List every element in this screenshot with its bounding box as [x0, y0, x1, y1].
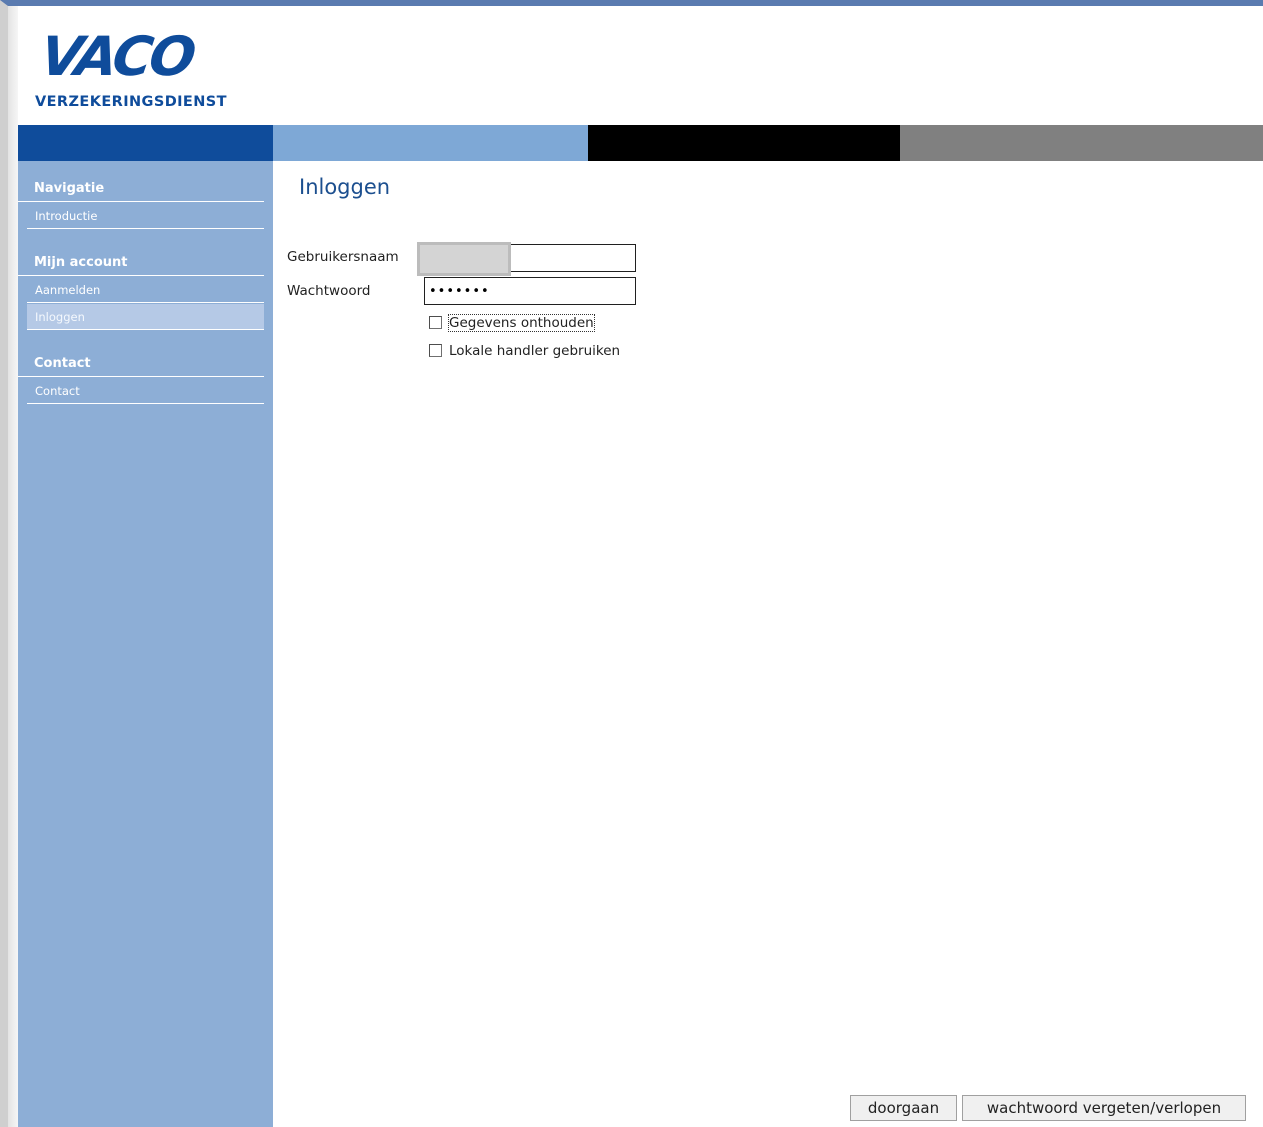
sidebar-item-contact[interactable]: Contact [27, 378, 264, 404]
header-band-light-blue [273, 125, 588, 161]
nav-group-contact: Contact Contact [18, 351, 273, 404]
continue-button[interactable]: doorgaan [850, 1095, 957, 1121]
header-band-gray [900, 125, 1263, 161]
nav-heading-mijn-account: Mijn account [18, 250, 264, 276]
page-title: Inloggen [299, 175, 391, 199]
handler-checkbox[interactable] [429, 344, 442, 357]
nav-heading-navigatie: Navigatie [18, 176, 264, 202]
vaco-logo: VACO VERZEKERINGSDIENST [35, 25, 265, 120]
header-band-black [588, 125, 900, 161]
nav-group-mijn-account: Mijn account Aanmelden Inloggen [18, 250, 273, 330]
username-redaction [417, 242, 511, 276]
remember-label[interactable]: Gegevens onthouden [448, 314, 595, 332]
sidebar-item-introductie[interactable]: Introductie [27, 203, 264, 229]
sidebar-item-aanmelden[interactable]: Aanmelden [27, 277, 264, 303]
nav-group-navigatie: Navigatie Introductie [18, 176, 273, 229]
login-page: VACO VERZEKERINGSDIENST Navigatie Introd… [0, 0, 1263, 1127]
window-edge [8, 6, 18, 1127]
username-label: Gebruikersnaam [287, 249, 399, 265]
sidebar-item-inloggen[interactable]: Inloggen [27, 304, 264, 330]
nav-heading-contact: Contact [18, 351, 264, 377]
sidebar: Navigatie Introductie Mijn account Aanme… [18, 161, 273, 1127]
remember-checkbox[interactable] [429, 316, 442, 329]
password-input[interactable] [424, 277, 636, 305]
logo-subtitle: VERZEKERINGSDIENST [35, 94, 227, 110]
logo-wordmark: VACO [36, 25, 198, 88]
password-label: Wachtwoord [287, 283, 371, 299]
forgot-password-button[interactable]: wachtwoord vergeten/verlopen [962, 1095, 1246, 1121]
handler-label[interactable]: Lokale handler gebruiken [449, 343, 620, 359]
header-band-dark-blue [18, 125, 273, 161]
